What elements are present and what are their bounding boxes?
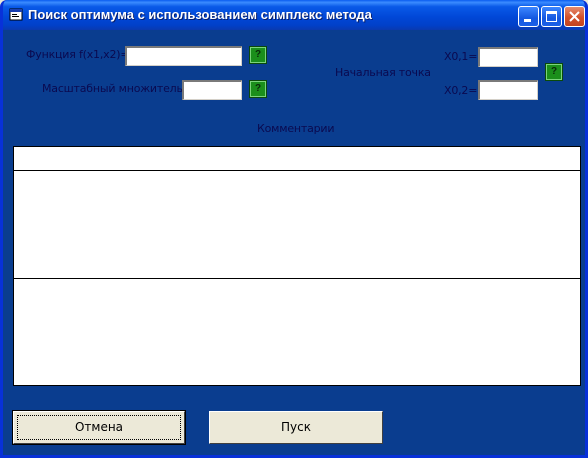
help-icon: ? — [550, 66, 558, 77]
function-help-button[interactable]: ? — [249, 46, 267, 64]
x02-label: X0,2= — [444, 84, 478, 97]
comments-label: Комментарии — [257, 122, 335, 135]
main-window: Поиск оптимума с использованием симплекс… — [0, 0, 588, 458]
maximize-button[interactable] — [541, 6, 562, 27]
window-title: Поиск оптимума с использованием симплекс… — [28, 7, 372, 22]
scale-help-button[interactable]: ? — [249, 80, 267, 98]
x02-input[interactable] — [478, 80, 538, 100]
comments-box-2[interactable] — [13, 278, 581, 386]
x01-input[interactable] — [478, 47, 538, 67]
function-input[interactable] — [125, 46, 242, 66]
title-bar[interactable]: Поиск оптимума с использованием симплекс… — [3, 0, 585, 30]
run-button-label: Пуск — [281, 420, 311, 434]
run-button[interactable]: Пуск — [209, 411, 383, 444]
comments-header-box[interactable] — [13, 146, 581, 171]
function-label: Функция f(x1,x2)= — [26, 48, 130, 61]
maximize-icon — [546, 11, 557, 22]
minimize-button[interactable] — [518, 6, 539, 27]
help-icon: ? — [254, 83, 262, 94]
comments-box-1[interactable] — [13, 170, 581, 279]
focus-ring — [17, 415, 181, 440]
close-button[interactable] — [564, 6, 585, 27]
scale-label: Масштабный множитель= — [42, 82, 192, 95]
cancel-button[interactable]: Отмена — [12, 410, 186, 445]
minimize-icon — [524, 19, 531, 22]
help-icon: ? — [254, 49, 262, 60]
start-point-label: Начальная точка — [335, 66, 431, 79]
start-point-help-button[interactable]: ? — [545, 63, 563, 81]
scale-input[interactable] — [182, 80, 242, 100]
app-icon[interactable] — [9, 8, 23, 21]
x01-label: X0,1= — [444, 50, 478, 63]
close-icon — [569, 11, 580, 22]
